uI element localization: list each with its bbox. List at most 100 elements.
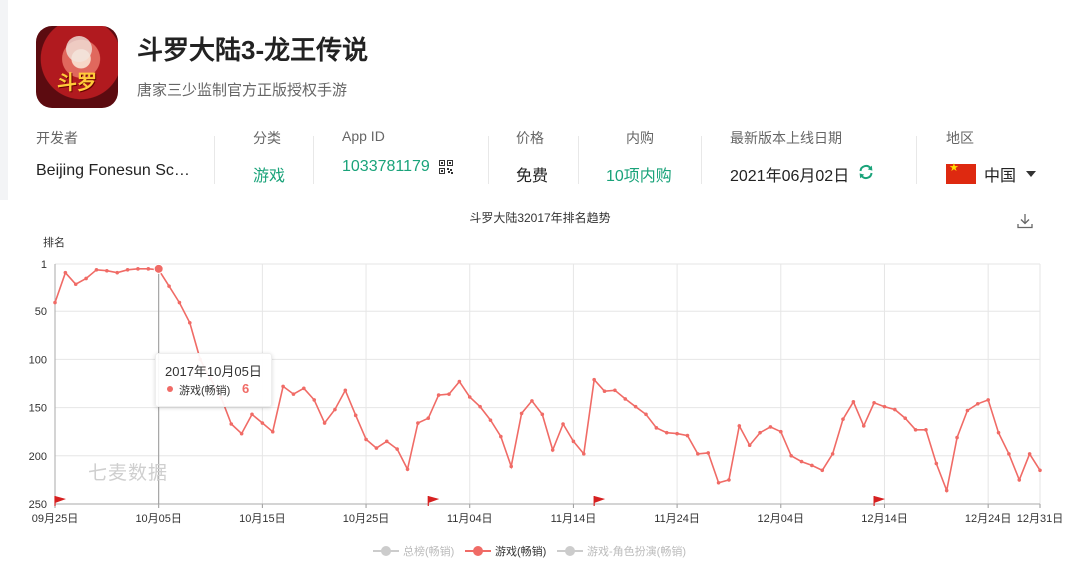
data-point: [1017, 478, 1022, 482]
x-tick-label: 09月25日: [32, 513, 78, 525]
data-point: [768, 425, 773, 429]
data-point: [986, 398, 990, 402]
data-point: [913, 427, 918, 432]
legend-item-rpg[interactable]: 游戏-角色扮演(畅销): [557, 543, 686, 559]
legend-item-game[interactable]: 游戏(畅销): [465, 543, 546, 559]
data-point: [291, 392, 296, 396]
data-point: [115, 270, 120, 275]
data-point: [696, 452, 700, 456]
data-point: [841, 417, 845, 421]
data-point: [872, 400, 876, 405]
legend-marker: [557, 545, 583, 557]
data-point: [467, 395, 472, 399]
data-point: [405, 467, 410, 472]
y-tick-label: 150: [29, 403, 47, 415]
x-tick-label: 12月24日: [965, 513, 1011, 525]
data-point: [851, 400, 856, 404]
data-point: [364, 437, 368, 442]
data-point: [654, 426, 659, 430]
x-tick-label: 11月24日: [654, 513, 700, 525]
data-point: [136, 267, 140, 271]
data-point: [260, 421, 265, 425]
data-point: [944, 488, 949, 493]
data-point: [436, 393, 441, 397]
data-point: [509, 464, 514, 469]
data-point: [716, 480, 721, 485]
data-point: [685, 433, 690, 438]
data-point: [94, 267, 99, 272]
ranking-chart[interactable]: 排名15010015020025009月25日 10月05日 10月15日 10月25…: [0, 0, 1080, 579]
y-tick-label: 250: [29, 499, 47, 511]
tooltip-series-dot: [167, 386, 173, 392]
chart-legend: 总榜(畅销) 游戏(畅销) 游戏-角色扮演(畅销): [0, 543, 1080, 559]
y-tick-label: 100: [29, 354, 47, 366]
tooltip-series-name: 游戏(畅销): [179, 385, 231, 397]
tooltip-value: 6: [242, 381, 250, 396]
data-point: [664, 430, 669, 435]
data-point: [499, 434, 503, 439]
data-point: [975, 401, 980, 406]
data-point: [758, 430, 762, 435]
legend-marker: [373, 545, 399, 557]
data-point: [644, 412, 648, 417]
x-tick-label: 12月14日: [861, 513, 907, 525]
data-point: [830, 452, 835, 456]
data-point: [1038, 468, 1042, 473]
data-point: [270, 429, 275, 434]
x-tick-label: 11月14日: [551, 513, 597, 525]
data-point: [447, 392, 451, 396]
event-flag-icon: [55, 496, 66, 503]
data-point: [333, 407, 337, 412]
data-point: [955, 435, 959, 440]
y-tick-label: 1: [41, 259, 47, 271]
data-point: [623, 397, 628, 401]
data-point: [353, 413, 358, 418]
tooltip-date: 2017年10月05日: [165, 364, 262, 379]
x-tick-label: 12月04日: [758, 513, 804, 525]
legend-item-overall[interactable]: 总榜(畅销): [373, 543, 454, 559]
data-point: [747, 443, 752, 448]
data-point: [229, 422, 234, 426]
data-point: [302, 386, 306, 391]
data-point: [799, 459, 804, 464]
data-point: [540, 412, 545, 417]
data-point: [706, 451, 711, 455]
data-point: [239, 431, 244, 436]
highlighted-data-point: [153, 263, 164, 274]
data-point: [416, 421, 420, 425]
data-point: [457, 379, 462, 384]
data-point: [810, 463, 814, 468]
data-point: [727, 478, 731, 482]
data-point: [789, 454, 793, 458]
data-point: [395, 447, 399, 451]
data-point: [63, 270, 68, 275]
data-point: [177, 300, 182, 305]
data-point: [592, 377, 596, 382]
data-point: [778, 429, 783, 434]
data-point: [530, 399, 534, 403]
data-point: [84, 276, 88, 281]
event-flag-icon: [874, 496, 886, 503]
data-point: [250, 412, 254, 417]
x-tick-label: 10月05日: [135, 513, 181, 525]
data-point: [581, 452, 586, 456]
data-point: [613, 388, 617, 393]
data-point: [602, 389, 607, 394]
data-point: [996, 430, 1001, 435]
data-point: [519, 411, 524, 416]
data-point: [882, 404, 887, 409]
chart-tooltip: 2017年10月05日 游戏(畅销) 6: [155, 353, 272, 407]
data-point: [105, 268, 109, 273]
data-point: [281, 384, 285, 389]
x-tick-label: 12月31日: [1017, 513, 1063, 525]
legend-label: 游戏(畅销): [495, 546, 547, 558]
data-point: [965, 408, 970, 413]
watermark: 七麦数据: [88, 463, 169, 484]
data-point: [426, 416, 431, 421]
data-point: [187, 320, 192, 325]
data-point: [675, 431, 679, 436]
data-point: [73, 282, 78, 287]
data-point: [924, 427, 928, 432]
data-point: [374, 446, 379, 450]
data-point: [934, 461, 939, 466]
